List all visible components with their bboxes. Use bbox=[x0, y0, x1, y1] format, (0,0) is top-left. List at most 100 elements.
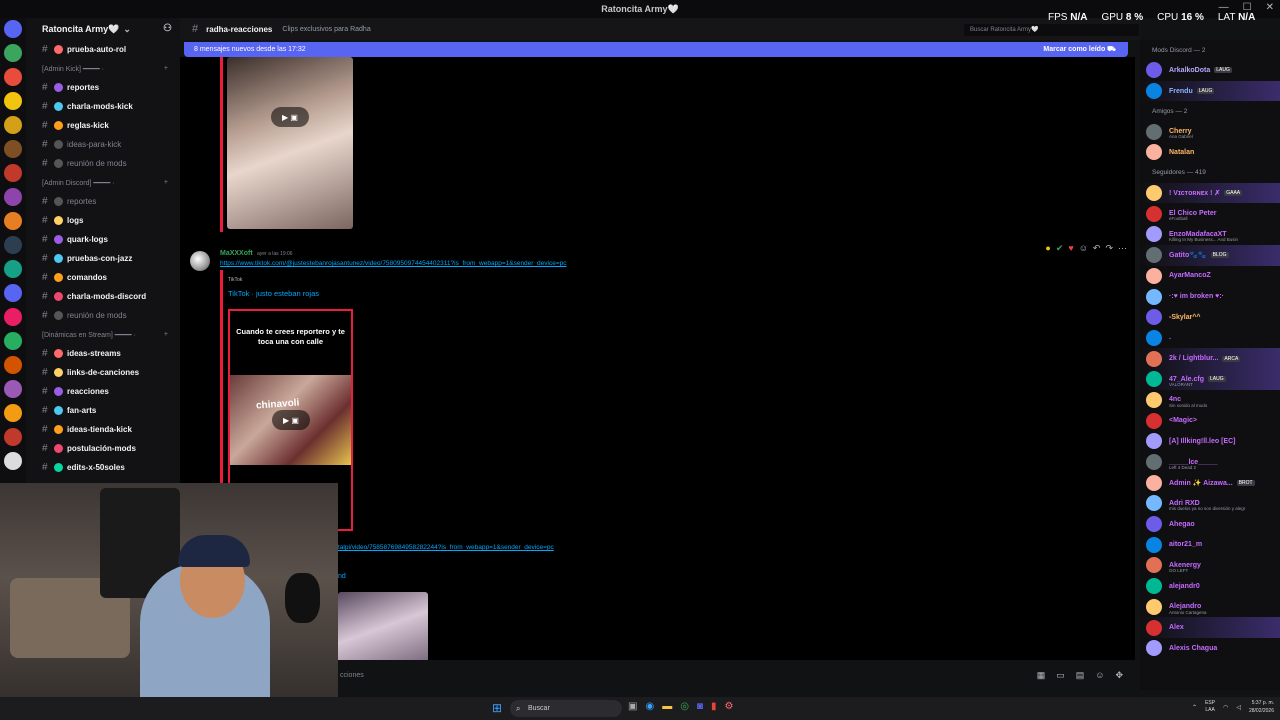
avatar[interactable] bbox=[1146, 288, 1162, 305]
member-item[interactable]: ArkalkoDota LAUG bbox=[1140, 60, 1280, 81]
embed-title-partial[interactable]: nd bbox=[338, 573, 346, 580]
server-icon[interactable] bbox=[4, 68, 22, 86]
check-reaction-icon[interactable]: ✔ bbox=[1056, 243, 1064, 254]
member-item[interactable]: Alexis Chagua bbox=[1140, 638, 1280, 659]
member-item[interactable]: Ahegao bbox=[1140, 514, 1280, 535]
video-thumbnail[interactable] bbox=[338, 592, 428, 660]
tray-chevron-icon[interactable]: ⌃ bbox=[1192, 704, 1197, 711]
avatar[interactable] bbox=[1146, 144, 1162, 161]
channel-item[interactable]: # quark-logs bbox=[28, 230, 178, 249]
avatar[interactable] bbox=[1146, 309, 1162, 326]
avatar[interactable] bbox=[1146, 83, 1162, 100]
gift-icon[interactable]: ▦ bbox=[1037, 670, 1046, 681]
member-item[interactable]: Admin ✨ Aizawa... BROT bbox=[1140, 472, 1280, 493]
server-icon[interactable] bbox=[4, 452, 22, 470]
channel-item[interactable]: # reportes bbox=[28, 192, 178, 211]
member-item[interactable]: Natalan bbox=[1140, 142, 1280, 163]
avatar[interactable] bbox=[1146, 557, 1162, 574]
member-item[interactable]: _____lce_____ Left 4 Dead 2 bbox=[1140, 452, 1280, 473]
avatar[interactable] bbox=[1146, 371, 1162, 388]
avatar[interactable] bbox=[1146, 640, 1162, 657]
avatar[interactable] bbox=[1146, 474, 1162, 491]
avatar[interactable] bbox=[1146, 123, 1162, 140]
gif-icon[interactable]: ▭ bbox=[1056, 670, 1065, 681]
home-icon[interactable] bbox=[4, 20, 22, 38]
add-reaction-icon[interactable]: ☺ bbox=[1079, 243, 1088, 254]
add-channel-icon[interactable]: + bbox=[164, 179, 168, 186]
channel-item[interactable]: # reacciones bbox=[28, 382, 178, 401]
channel-category[interactable]: [Dinámicas en Stream] ━━━━ · + bbox=[28, 325, 178, 344]
avatar[interactable] bbox=[1146, 536, 1162, 553]
channel-item[interactable]: # prueba-auto-rol bbox=[28, 40, 178, 59]
taskbar-search[interactable]: ⌕ Buscar bbox=[510, 700, 622, 717]
member-item[interactable]: 47_Ale.cfg LAUG VALORANT bbox=[1140, 368, 1280, 390]
discord-icon[interactable]: ◙ bbox=[697, 701, 703, 712]
server-icon[interactable] bbox=[4, 404, 22, 422]
channel-item[interactable]: # charla-mods-discord bbox=[28, 287, 178, 306]
sticker-icon[interactable]: ▤ bbox=[1076, 670, 1085, 681]
server-icon[interactable] bbox=[4, 380, 22, 398]
avatar[interactable] bbox=[1146, 454, 1162, 471]
avatar[interactable] bbox=[1146, 433, 1162, 450]
task-view-icon[interactable]: ▣ bbox=[628, 701, 637, 712]
apps-icon[interactable]: ✥ bbox=[1115, 670, 1123, 681]
member-item[interactable]: ! Vɪᴄᴛᴏʀɴᴇx ! ✗ GAAA bbox=[1140, 182, 1280, 204]
channel-item[interactable]: # reunión de mods bbox=[28, 154, 178, 173]
member-item[interactable]: El Chico Peter eFootball bbox=[1140, 203, 1280, 224]
forward-icon[interactable]: ↷ bbox=[1105, 243, 1113, 254]
search-input[interactable]: Buscar Ratoncita Army🤍 bbox=[964, 24, 1139, 36]
member-item[interactable]: AyarMancoZ bbox=[1140, 266, 1280, 287]
avatar[interactable] bbox=[1146, 350, 1162, 367]
member-item[interactable]: EnzoMadafacaXT Killing In My Business... … bbox=[1140, 224, 1280, 245]
member-item[interactable]: Alejandro Antonio Cartagena bbox=[1140, 597, 1280, 618]
member-item[interactable]: . bbox=[1140, 328, 1280, 349]
channel-item[interactable]: # ideas-streams bbox=[28, 344, 178, 363]
play-icon[interactable]: ▶ ▣ bbox=[272, 410, 310, 430]
channel-item[interactable]: # reunión de mods bbox=[28, 306, 178, 325]
channel-item[interactable]: # fan-arts bbox=[28, 401, 178, 420]
channel-item[interactable]: # ideas-tienda-kick bbox=[28, 420, 178, 439]
add-channel-icon[interactable]: + bbox=[164, 331, 168, 338]
server-icon[interactable] bbox=[4, 260, 22, 278]
server-icon[interactable] bbox=[4, 44, 22, 62]
channel-category[interactable]: [Admin Discord] ━━━━ · + bbox=[28, 173, 178, 192]
avatar[interactable] bbox=[1146, 267, 1162, 284]
server-icon[interactable] bbox=[4, 116, 22, 134]
avatar[interactable] bbox=[1146, 247, 1162, 264]
add-channel-icon[interactable]: + bbox=[164, 65, 168, 72]
avatar[interactable] bbox=[1146, 619, 1162, 636]
avatar[interactable] bbox=[190, 251, 210, 271]
member-item[interactable]: Alex bbox=[1140, 617, 1280, 638]
video-thumbnail[interactable]: ▶ ▣ bbox=[227, 57, 353, 229]
channel-item[interactable]: # pruebas-con-jazz bbox=[28, 249, 178, 268]
server-header[interactable]: Ratoncita Army🤍 ⌄ ⚇ bbox=[28, 18, 178, 40]
member-item[interactable]: Adri RXD mis duelos ya no son diversión y… bbox=[1140, 493, 1280, 514]
volume-icon[interactable]: ◁ bbox=[1236, 704, 1241, 711]
reaction-emoji-icon[interactable]: ● bbox=[1045, 243, 1050, 254]
member-item[interactable]: Frendu LAUG bbox=[1140, 80, 1280, 102]
member-item[interactable]: -Skylar^^ bbox=[1140, 307, 1280, 328]
language-indicator[interactable]: ESP LAA bbox=[1205, 700, 1215, 714]
server-icon[interactable] bbox=[4, 188, 22, 206]
avatar[interactable] bbox=[1146, 578, 1162, 595]
member-item[interactable]: <Magic> bbox=[1140, 410, 1280, 431]
server-icon[interactable] bbox=[4, 356, 22, 374]
folder-icon[interactable]: ▬ bbox=[662, 701, 672, 712]
avatar[interactable] bbox=[1146, 495, 1162, 512]
member-item[interactable]: Cherry Ana Gabriel bbox=[1140, 121, 1280, 142]
avatar[interactable] bbox=[1146, 205, 1162, 222]
add-member-icon[interactable]: ⚇ bbox=[163, 23, 172, 34]
server-icon[interactable] bbox=[4, 236, 22, 254]
member-item[interactable]: 2k / Lightblur... ARCA bbox=[1140, 348, 1280, 369]
avatar[interactable] bbox=[1146, 598, 1162, 615]
channel-item[interactable]: # edits-x-50soles bbox=[28, 458, 178, 477]
reply-icon[interactable]: ↶ bbox=[1093, 243, 1101, 254]
channel-item[interactable]: # logs bbox=[28, 211, 178, 230]
heart-reaction-icon[interactable]: ♥ bbox=[1068, 243, 1073, 254]
avatar[interactable] bbox=[1146, 185, 1162, 202]
server-icon[interactable] bbox=[4, 332, 22, 350]
server-icon[interactable] bbox=[4, 164, 22, 182]
avatar[interactable] bbox=[1146, 226, 1162, 243]
server-icon[interactable] bbox=[4, 212, 22, 230]
new-messages-banner[interactable]: 8 mensajes nuevos desde las 17:32 Marcar… bbox=[184, 42, 1128, 57]
